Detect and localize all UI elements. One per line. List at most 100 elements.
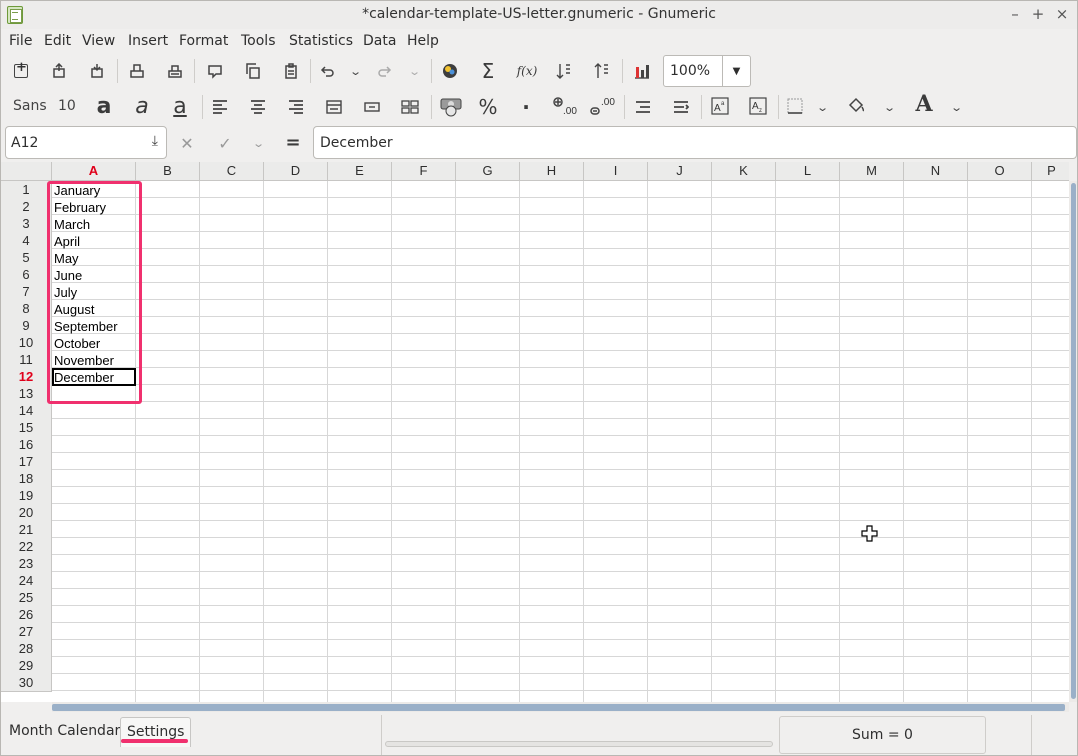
column-header-d[interactable]: D	[264, 162, 328, 181]
column-header-f[interactable]: F	[392, 162, 456, 181]
column-header-e[interactable]: E	[328, 162, 392, 181]
formula-input-value[interactable]: December	[320, 135, 393, 151]
row-header-23[interactable]: 23	[1, 555, 52, 573]
row-header-1[interactable]: 1	[1, 181, 52, 199]
increase-decimals-icon[interactable]: .00	[552, 95, 578, 117]
menu-insert[interactable]: Insert	[128, 33, 168, 49]
column-header-a[interactable]: A	[52, 162, 136, 181]
row-header-15[interactable]: 15	[1, 419, 52, 437]
increase-indent-icon[interactable]	[671, 97, 691, 117]
undo-dropdown-icon[interactable]: ⌄	[346, 61, 366, 81]
new-icon[interactable]	[11, 60, 31, 81]
cell-reference-dropdown-icon[interactable]: ⤓	[152, 133, 158, 149]
decrease-indent-icon[interactable]	[633, 97, 653, 117]
underline-button[interactable]: a	[170, 94, 190, 119]
row-header-29[interactable]: 29	[1, 657, 52, 675]
row-header-18[interactable]: 18	[1, 470, 52, 488]
row-header-14[interactable]: 14	[1, 402, 52, 420]
font-color-dropdown-icon[interactable]: ⌄	[947, 97, 967, 117]
row-header-22[interactable]: 22	[1, 538, 52, 556]
align-left-icon[interactable]	[210, 97, 230, 117]
italic-button[interactable]: a	[132, 94, 152, 119]
row-header-21[interactable]: 21	[1, 521, 52, 539]
row-header-4[interactable]: 4	[1, 232, 52, 250]
menu-help[interactable]: Help	[407, 33, 439, 49]
cell-reference-value[interactable]: A12	[11, 135, 38, 151]
menu-view[interactable]: View	[82, 33, 115, 49]
column-header-l[interactable]: L	[776, 162, 840, 181]
insert-object-icon[interactable]	[440, 61, 460, 81]
row-header-13[interactable]: 13	[1, 385, 52, 403]
background-color-icon[interactable]	[846, 95, 866, 115]
autosum-icon[interactable]: Σ	[478, 59, 498, 83]
row-header-20[interactable]: 20	[1, 504, 52, 522]
row-header-26[interactable]: 26	[1, 606, 52, 624]
redo-dropdown-icon[interactable]: ⌄	[405, 61, 425, 81]
sort-descending-icon[interactable]	[592, 61, 612, 81]
percent-format-button[interactable]: %	[478, 95, 498, 119]
formula-input[interactable]: December	[313, 126, 1077, 159]
save-icon[interactable]	[87, 61, 107, 81]
column-header-p[interactable]: P	[1032, 162, 1069, 181]
sort-ascending-icon[interactable]	[554, 61, 574, 81]
row-header-5[interactable]: 5	[1, 249, 52, 267]
row-header-25[interactable]: 25	[1, 589, 52, 607]
maximize-button[interactable]: +	[1028, 4, 1048, 24]
cell-reference-box[interactable]: A12 ⤓	[5, 126, 167, 159]
horizontal-scroll-thumb[interactable]	[52, 704, 1065, 711]
row-header-27[interactable]: 27	[1, 623, 52, 641]
open-icon[interactable]	[49, 61, 69, 81]
row-header-8[interactable]: 8	[1, 300, 52, 318]
row-header-28[interactable]: 28	[1, 640, 52, 658]
zoom-value[interactable]: 100%	[670, 63, 710, 79]
spreadsheet-grid[interactable]: ABCDEFGHIJKLMNOP 1 2 3 4 5 6 7 8 9 10 11 12 13 14 15 16…	[1, 162, 1069, 702]
row-header-3[interactable]: 3	[1, 215, 52, 233]
center-across-icon[interactable]	[362, 97, 382, 117]
row-header-7[interactable]: 7	[1, 283, 52, 301]
merge-cells-icon[interactable]	[324, 97, 344, 117]
row-header-12[interactable]: 12	[1, 368, 52, 386]
print-icon[interactable]	[127, 61, 147, 81]
enter-formula-button[interactable]: =	[283, 132, 303, 153]
thousands-separator-button[interactable]: ·	[516, 95, 536, 119]
tab-month-calendar[interactable]: Month Calendar	[3, 717, 126, 747]
borders-dropdown-icon[interactable]: ⌄	[813, 97, 833, 117]
column-header-n[interactable]: N	[904, 162, 968, 181]
column-header-h[interactable]: H	[520, 162, 584, 181]
menu-data[interactable]: Data	[363, 33, 396, 49]
close-button[interactable]: ×	[1052, 4, 1072, 24]
superscript-icon[interactable]: Aa	[710, 96, 730, 116]
select-all-corner[interactable]	[1, 162, 52, 181]
column-header-m[interactable]: M	[840, 162, 904, 181]
font-name-field[interactable]: Sans	[13, 98, 47, 114]
copy-icon[interactable]	[243, 61, 263, 81]
currency-format-icon[interactable]	[440, 95, 462, 117]
print-preview-icon[interactable]	[165, 61, 185, 81]
row-header-11[interactable]: 11	[1, 351, 52, 369]
row-header-2[interactable]: 2	[1, 198, 52, 216]
row-header-24[interactable]: 24	[1, 572, 52, 590]
row-header-30[interactable]: 30	[1, 674, 52, 692]
chart-icon[interactable]	[632, 61, 652, 81]
cancel-edit-button[interactable]: ✕	[177, 133, 197, 153]
decrease-decimals-icon[interactable]: .00	[590, 95, 616, 117]
undo-icon[interactable]	[317, 61, 337, 81]
menu-format[interactable]: Format	[179, 33, 228, 49]
zoom-combo[interactable]: 100% ▼	[663, 55, 751, 87]
row-header-17[interactable]: 17	[1, 453, 52, 471]
subscript-icon[interactable]: Az	[748, 96, 768, 116]
menu-statistics[interactable]: Statistics	[289, 33, 353, 49]
font-size-field[interactable]: 10	[58, 98, 76, 114]
column-header-k[interactable]: K	[712, 162, 776, 181]
column-header-c[interactable]: C	[200, 162, 264, 181]
column-header-b[interactable]: B	[136, 162, 200, 181]
minimize-button[interactable]: –	[1005, 4, 1025, 24]
align-center-icon[interactable]	[248, 97, 268, 117]
menu-file[interactable]: File	[9, 33, 32, 49]
font-color-button[interactable]: A	[913, 91, 935, 117]
horizontal-scrollbar[interactable]	[52, 702, 1069, 712]
cut-icon[interactable]	[205, 61, 225, 81]
menu-tools[interactable]: Tools	[241, 33, 276, 49]
menu-edit[interactable]: Edit	[44, 33, 71, 49]
accept-edit-button[interactable]: ✓	[215, 133, 235, 153]
